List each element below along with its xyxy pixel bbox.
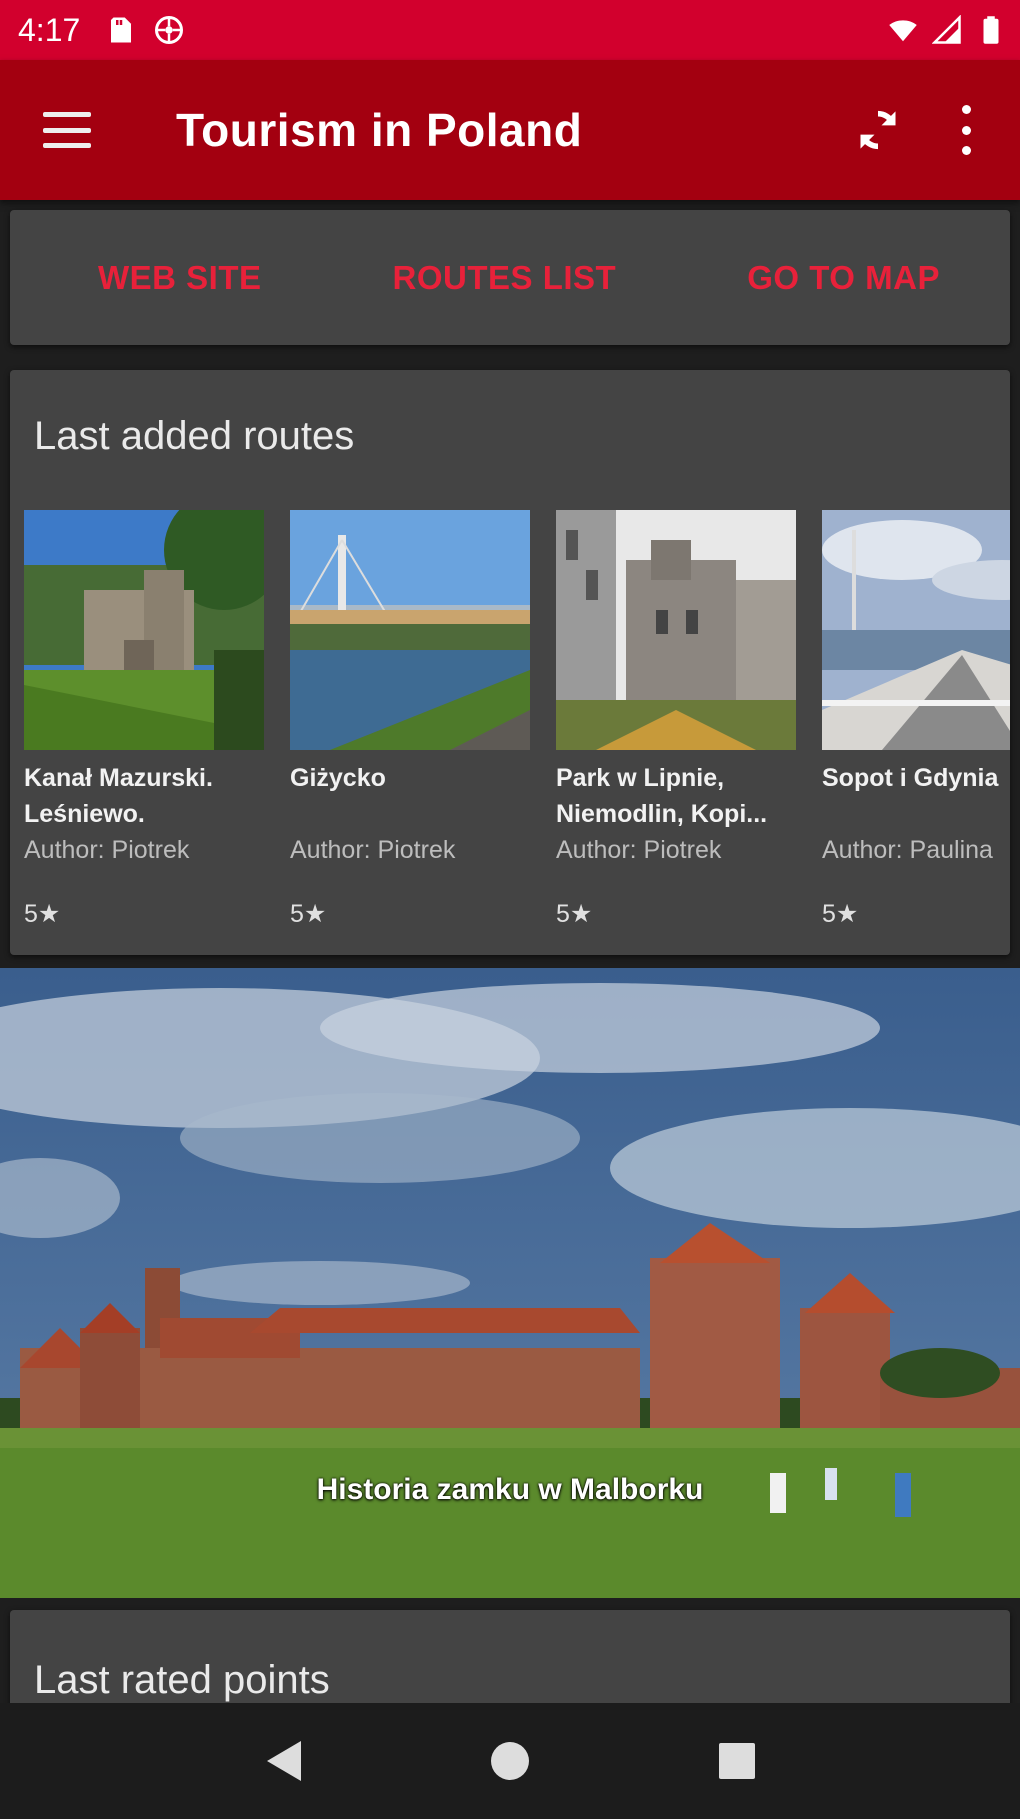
app-bar: Tourism in Poland	[0, 60, 1020, 200]
route-thumbnail	[24, 510, 264, 750]
recents-icon[interactable]	[707, 1731, 767, 1791]
web-site-button[interactable]: WEB SITE	[98, 259, 262, 297]
overflow-menu-icon[interactable]	[956, 105, 976, 155]
route-author: Author: Piotrek	[290, 836, 456, 864]
battery-icon	[983, 16, 999, 44]
featured-article-banner[interactable]: Historia zamku w Malborku	[0, 968, 1020, 1598]
route-rating: 5★	[290, 900, 327, 928]
route-thumbnail	[290, 510, 530, 750]
route-thumbnail	[822, 510, 1010, 750]
route-name: Giżycko	[290, 764, 386, 792]
route-thumbnail	[556, 510, 796, 750]
route-author: Author: Piotrek	[556, 836, 722, 864]
route-card[interactable]: Kanał Mazurski. Leśniewo. Author: Piotre…	[24, 510, 264, 929]
route-card[interactable]: Sopot i Gdynia Author: Paulina 5★	[822, 510, 1010, 929]
refresh-icon[interactable]	[850, 102, 906, 158]
hamburger-menu-icon[interactable]	[43, 112, 91, 148]
signal-icon	[932, 15, 961, 44]
status-right-icons	[888, 15, 1006, 45]
system-nav-bar	[0, 1703, 1020, 1819]
route-name: Sopot i Gdynia	[822, 764, 999, 792]
back-icon[interactable]	[253, 1731, 313, 1791]
routes-carousel[interactable]: Kanał Mazurski. Leśniewo. Author: Piotre…	[24, 510, 1010, 929]
route-card[interactable]: Park w Lipnie, Niemodlin, Kopi... Author…	[556, 510, 796, 929]
routes-list-button[interactable]: ROUTES LIST	[393, 259, 617, 297]
go-to-map-button[interactable]: GO TO MAP	[747, 259, 940, 297]
last-added-routes-card: Last added routes Kanał Mazurski. Leśnie…	[10, 370, 1010, 955]
actions-card: WEB SITE ROUTES LIST GO TO MAP	[10, 210, 1010, 345]
route-name: Park w Lipnie, Niemodlin, Kopi...	[556, 764, 768, 828]
status-bar: 4:17	[0, 0, 1020, 60]
route-author: Author: Paulina	[822, 836, 993, 864]
route-rating: 5★	[822, 900, 859, 928]
route-rating: 5★	[24, 900, 61, 928]
route-rating: 5★	[556, 900, 593, 928]
section-title-last-rated-points: Last rated points	[34, 1658, 330, 1702]
route-card[interactable]: Giżycko Author: Piotrek 5★	[290, 510, 530, 929]
home-icon[interactable]	[480, 1731, 540, 1791]
route-author: Author: Piotrek	[24, 836, 190, 864]
app-title: Tourism in Poland	[176, 104, 583, 156]
status-left-icons	[106, 15, 184, 45]
settings-app-icon	[155, 16, 184, 44]
wifi-icon	[889, 20, 917, 42]
section-title-last-added-routes: Last added routes	[34, 414, 355, 458]
route-name: Kanał Mazurski. Leśniewo.	[24, 764, 213, 828]
featured-caption: Historia zamku w Malborku	[316, 1473, 704, 1506]
sd-card-icon	[111, 17, 132, 43]
status-time: 4:17	[18, 11, 81, 48]
